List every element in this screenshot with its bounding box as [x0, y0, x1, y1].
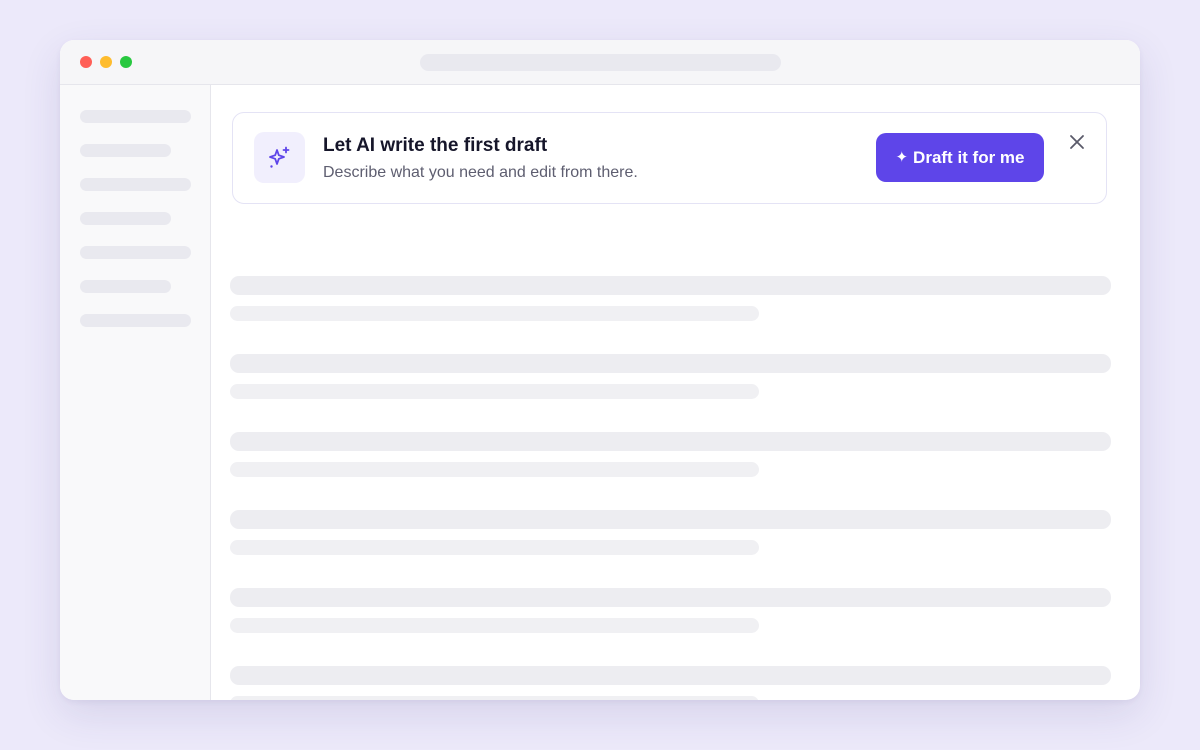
sidebar-item-placeholder[interactable]	[80, 212, 171, 225]
sidebar-item-placeholder[interactable]	[80, 314, 191, 327]
content-line-placeholder	[230, 618, 759, 633]
content-line-placeholder	[230, 354, 1111, 373]
content-line-placeholder	[230, 666, 1111, 685]
sidebar	[60, 85, 211, 700]
content-line-placeholder	[230, 432, 1111, 451]
close-window-button[interactable]	[80, 56, 92, 68]
sidebar-item-placeholder[interactable]	[80, 280, 171, 293]
content-line-placeholder	[230, 306, 759, 321]
sparkle-icon: ✦	[895, 149, 909, 166]
content-line-placeholder	[230, 462, 759, 477]
sidebar-item-placeholder[interactable]	[80, 144, 171, 157]
title-bar	[60, 40, 1140, 85]
sidebar-item-placeholder[interactable]	[80, 246, 191, 259]
banner-title: Let AI write the first draft	[323, 135, 548, 156]
content-line-placeholder	[230, 510, 1111, 529]
main-content: Let AI write the first draft Describe wh…	[211, 85, 1140, 700]
draft-it-button[interactable]: ✦ Draft it for me	[876, 133, 1044, 182]
sparkles-icon	[254, 132, 305, 183]
ai-draft-banner: Let AI write the first draft Describe wh…	[232, 112, 1107, 204]
close-icon[interactable]	[1064, 129, 1090, 155]
content-line-placeholder	[230, 540, 759, 555]
content-line-placeholder	[230, 696, 759, 700]
content-line-placeholder	[230, 588, 1111, 607]
zoom-window-button[interactable]	[120, 56, 132, 68]
minimize-window-button[interactable]	[100, 56, 112, 68]
banner-subtitle: Describe what you need and edit from the…	[323, 164, 638, 181]
sidebar-item-placeholder[interactable]	[80, 178, 191, 191]
address-bar-placeholder[interactable]	[420, 54, 781, 71]
app-window: Let AI write the first draft Describe wh…	[60, 40, 1140, 700]
draft-it-button-label: Draft it for me	[913, 147, 1025, 167]
sidebar-item-placeholder[interactable]	[80, 110, 191, 123]
content-line-placeholder	[230, 384, 759, 399]
content-line-placeholder	[230, 276, 1111, 295]
